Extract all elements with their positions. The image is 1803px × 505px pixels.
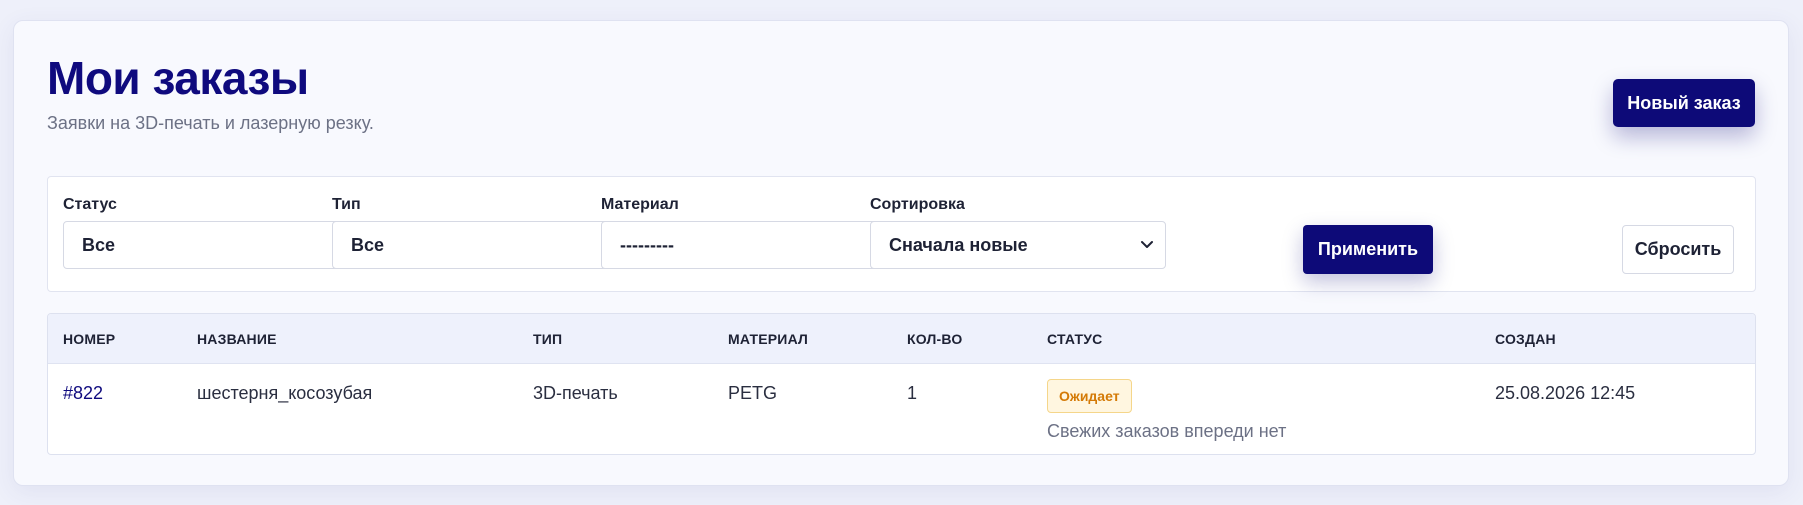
orders-table: Номер Название Тип Материал Кол-во Стату… [47,313,1756,455]
chevron-down-icon [1141,241,1153,248]
order-type: 3D-печать [533,383,618,403]
column-header-name: Название [197,331,277,347]
type-select-value: Все [351,234,385,255]
reset-button[interactable]: Сбросить [1622,225,1734,274]
sort-select[interactable]: Сначала новые [870,221,1166,269]
column-header-qty: Кол-во [907,331,963,347]
status-select-value: Все [82,234,116,255]
status-filter: Статус Все [63,195,359,269]
sort-filter: Сортировка Сначала новые [870,195,1166,269]
material-filter: Материал --------- [601,195,897,269]
column-header-type: Тип [533,331,563,347]
sort-filter-label: Сортировка [870,196,965,213]
column-header-material: Материал [728,331,809,347]
order-number-link[interactable]: #822 [63,383,103,404]
filters-panel: Статус Все Тип Все Материал --------- Со… [47,176,1756,292]
column-header-number: Номер [63,331,116,347]
column-header-created: Создан [1495,331,1556,347]
type-filter-label: Тип [332,196,361,213]
order-name: шестерня_косозубая [197,383,373,403]
page-subtitle: Заявки на 3D-печать и лазерную резку. [47,113,374,133]
status-filter-label: Статус [63,196,117,213]
column-header-status: Статус [1047,331,1103,347]
material-filter-label: Материал [601,196,679,213]
type-filter: Тип Все [332,195,628,269]
order-created: 25.08.2026 12:45 [1495,383,1636,403]
material-select-value: --------- [620,234,674,255]
status-badge: Ожидает [1047,379,1132,413]
sort-select-value: Сначала новые [889,234,1028,255]
orders-card: Мои заказы Заявки на 3D-печать и лазерну… [13,20,1789,486]
material-select[interactable]: --------- [601,221,897,269]
page-title: Мои заказы [47,52,309,104]
status-select[interactable]: Все [63,221,359,269]
order-material: PETG [728,383,778,403]
new-order-button[interactable]: Новый заказ [1613,79,1755,127]
order-qty: 1 [907,383,918,403]
table-row[interactable]: #822 шестерня_косозубая 3D-печать PETG 1… [48,365,1755,454]
status-note: Свежих заказов впереди нет [1047,421,1287,441]
apply-button[interactable]: Применить [1303,225,1433,274]
type-select[interactable]: Все [332,221,628,269]
table-header: Номер Название Тип Материал Кол-во Стату… [48,314,1755,364]
